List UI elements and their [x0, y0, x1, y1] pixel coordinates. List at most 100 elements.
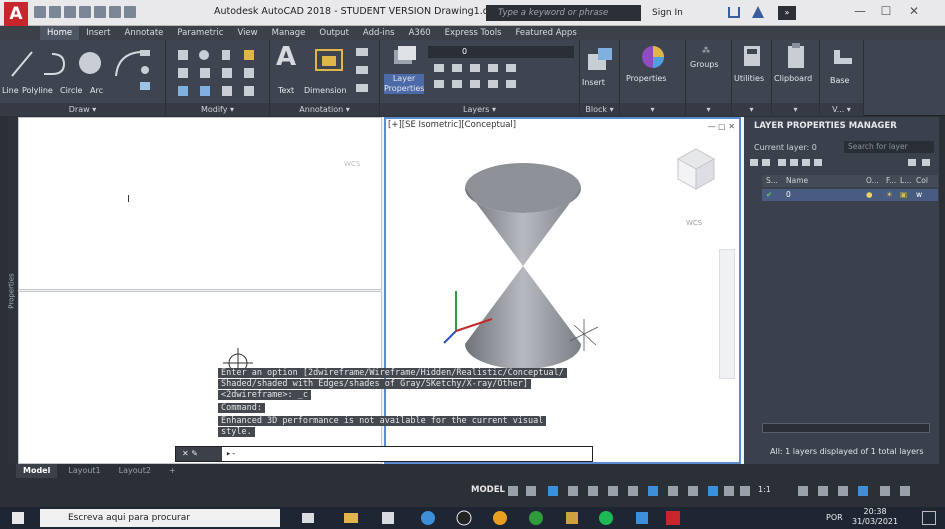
taskbar-clock[interactable]: 20:38 31/03/2021 — [852, 507, 898, 527]
tab-a360[interactable]: A360 — [402, 26, 438, 40]
save-icon[interactable] — [64, 6, 76, 18]
layer-color-swatch[interactable]: w — [916, 189, 922, 201]
dimension-tool[interactable]: Dimension — [304, 86, 347, 95]
viewport-controls[interactable]: — ▢ ✕ — [708, 122, 735, 131]
viewport-top-left[interactable]: I WCS — [18, 117, 382, 290]
viewport-label[interactable]: [+][SE Isometric][Conceptual] — [388, 120, 516, 130]
taskbar-search-input[interactable]: Escreva aqui para procurar — [40, 509, 280, 527]
model-space-button[interactable]: MODEL — [471, 485, 505, 495]
save-as-icon[interactable] — [79, 6, 91, 18]
open-icon[interactable] — [49, 6, 61, 18]
groups-panel-title[interactable]: ▾ — [686, 103, 731, 116]
properties-panel-title[interactable]: ▾ — [620, 103, 685, 116]
layer-search-input[interactable]: Search for layer — [844, 141, 934, 153]
column-lock[interactable]: L... — [900, 175, 911, 187]
column-color[interactable]: Col — [916, 175, 928, 187]
navigation-bar[interactable] — [719, 249, 735, 379]
clipboard-panel-title[interactable]: ▾ — [772, 103, 819, 116]
modify-tools-icons[interactable] — [174, 46, 266, 98]
insert-icon[interactable] — [586, 46, 616, 74]
layers-panel-title[interactable]: Layers ▾ — [380, 103, 579, 116]
tab-insert[interactable]: Insert — [79, 26, 117, 40]
layer-lock-icon[interactable]: ▣ — [900, 189, 907, 201]
cart-icon[interactable] — [728, 7, 740, 18]
line-tool[interactable]: Line — [2, 86, 19, 95]
notification-icon[interactable] — [922, 511, 936, 525]
polyline-tool[interactable]: Polyline — [22, 86, 53, 95]
block-panel-title[interactable]: Block ▾ — [580, 103, 619, 116]
layer-manager-toolbar[interactable] — [748, 157, 934, 169]
annotation-scale[interactable]: 1:1 — [758, 485, 771, 494]
new-icon[interactable] — [34, 6, 46, 18]
column-on[interactable]: O... — [866, 175, 879, 187]
maximize-button[interactable]: ☐ — [876, 4, 896, 22]
calculator-icon[interactable] — [742, 44, 762, 68]
help-icon[interactable] — [752, 6, 764, 18]
autocad-logo[interactable]: A — [4, 2, 28, 26]
properties-palette-collapsed[interactable]: Properties — [8, 117, 18, 464]
tab-view[interactable]: View — [230, 26, 264, 40]
groups-button[interactable]: Groups — [690, 60, 719, 69]
annotation-more-icons[interactable] — [354, 46, 376, 96]
draw-more-icons[interactable] — [138, 48, 162, 98]
print-icon[interactable] — [94, 6, 106, 18]
tab-model[interactable]: Model — [16, 464, 58, 478]
column-name[interactable]: Name — [786, 175, 808, 187]
windows-start-icon[interactable] — [12, 512, 24, 524]
command-line[interactable]: ✕ ✎ ▸- — [175, 446, 593, 462]
status-bar-toggles[interactable] — [508, 485, 938, 497]
layer-on-icon[interactable]: ● — [866, 189, 873, 201]
text-icon[interactable]: A — [276, 42, 296, 72]
circle-tool[interactable]: Circle — [60, 86, 82, 95]
text-tool[interactable]: Text — [278, 86, 294, 95]
column-freeze[interactable]: F... — [886, 175, 896, 187]
utilities-button[interactable]: Utilities — [734, 74, 764, 83]
viewcube-icon[interactable] — [674, 145, 718, 197]
language-indicator[interactable]: POR — [826, 513, 843, 522]
layer-row[interactable]: ✔ 0 ● ☀ ▣ w — [762, 189, 938, 201]
close-button[interactable]: ✕ — [904, 4, 924, 22]
help-search-input[interactable]: Type a keyword or phrase — [486, 5, 641, 21]
view-panel-title[interactable]: V... ▾ — [820, 103, 863, 116]
tab-layout1[interactable]: Layout1 — [61, 464, 107, 478]
tab-layout2[interactable]: Layout2 — [112, 464, 158, 478]
tab-parametric[interactable]: Parametric — [170, 26, 230, 40]
arc-tool[interactable]: Arc — [90, 86, 103, 95]
tab-add-ins[interactable]: Add-ins — [356, 26, 402, 40]
tab-express-tools[interactable]: Express Tools — [438, 26, 509, 40]
command-line-tools[interactable]: ✕ ✎ — [176, 447, 222, 461]
layer-manager-scrollbar[interactable] — [762, 423, 930, 433]
properties-button[interactable]: Properties — [626, 74, 666, 83]
dimension-icon[interactable] — [312, 46, 348, 76]
wcs-label-right[interactable]: WCS — [686, 219, 702, 227]
tab-manage[interactable]: Manage — [265, 26, 313, 40]
tab-annotate[interactable]: Annotate — [118, 26, 171, 40]
wcs-label-top-left[interactable]: WCS — [344, 160, 360, 168]
layer-dropdown[interactable]: 0 — [428, 46, 574, 58]
layer-thaw-icon[interactable]: ☀ — [886, 189, 893, 201]
base-button[interactable]: Base — [830, 76, 849, 85]
tab-output[interactable]: Output — [312, 26, 356, 40]
taskbar-apps[interactable] — [300, 509, 680, 527]
column-status[interactable]: S... — [766, 175, 778, 187]
utilities-panel-title[interactable]: ▾ — [732, 103, 771, 116]
undo-icon[interactable] — [109, 6, 121, 18]
tab-home[interactable]: Home — [40, 26, 80, 40]
properties-palette-icon[interactable] — [640, 44, 666, 70]
command-input[interactable]: ▸- — [226, 447, 236, 461]
clipboard-icon[interactable] — [786, 42, 808, 70]
groups-icon[interactable]: ⁂ — [702, 46, 710, 55]
annotation-panel-title[interactable]: Annotation ▾ — [270, 103, 379, 116]
add-layout-button[interactable]: + — [162, 464, 183, 478]
clipboard-button[interactable]: Clipboard — [774, 74, 812, 83]
redo-icon[interactable] — [124, 6, 136, 18]
modify-panel-title[interactable]: Modify ▾ — [166, 103, 269, 116]
minimize-button[interactable]: — — [850, 4, 870, 22]
insert-button[interactable]: Insert — [582, 78, 605, 87]
tab-featured-apps[interactable]: Featured Apps — [509, 26, 584, 40]
base-view-icon[interactable] — [832, 48, 854, 68]
draw-panel-title[interactable]: Draw ▾ — [0, 103, 165, 116]
overflow-button[interactable]: » — [778, 6, 796, 20]
layer-tools-icons[interactable] — [432, 62, 562, 98]
layer-properties-button[interactable]: Layer Properties — [384, 74, 424, 94]
